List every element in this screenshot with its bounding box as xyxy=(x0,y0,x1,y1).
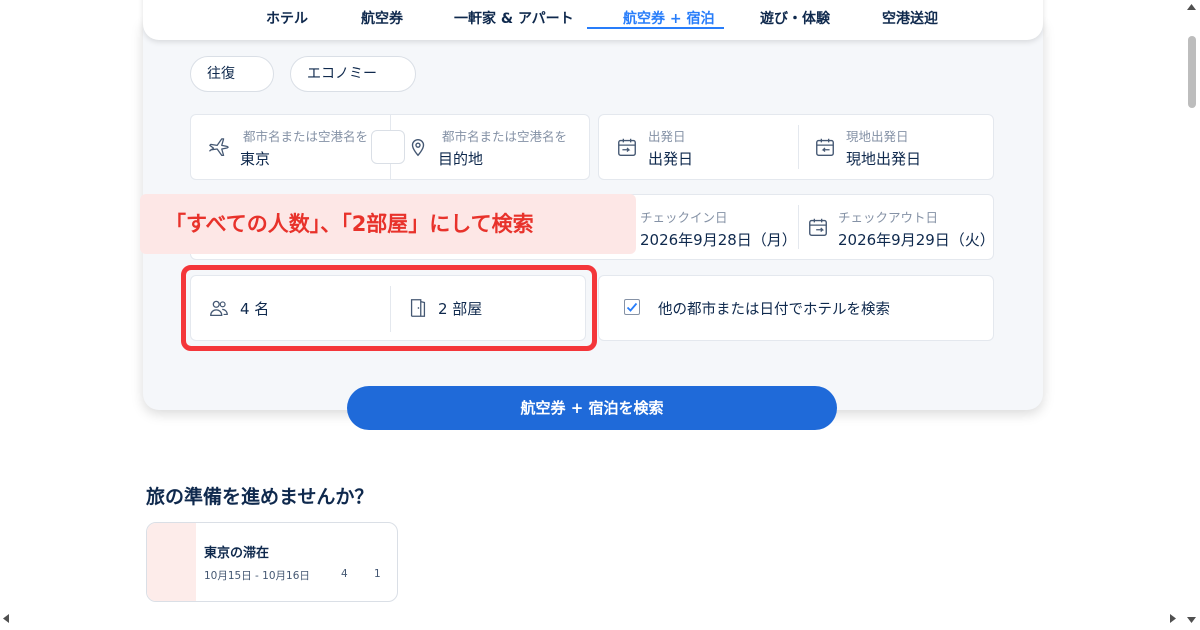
calendar-return-icon xyxy=(816,138,834,156)
depart-label: 出発日 xyxy=(648,129,686,144)
trip-type-select[interactable]: 往復 xyxy=(190,56,274,92)
field-divider xyxy=(798,125,799,169)
search-button-label: 航空券 + 宿泊を検索 xyxy=(520,399,664,417)
field-divider xyxy=(798,205,799,249)
tab-activities[interactable]: 遊び・体験 xyxy=(760,8,830,28)
card-thumbnail xyxy=(147,523,196,601)
product-tab-bar: ホテル 航空券 一軒家 & アパート 航空券 + 宿泊 遊び・体験 空港送迎 xyxy=(143,0,1043,40)
vertical-scrollbar[interactable] xyxy=(1183,0,1200,630)
annotation-callout: 「すべての人数」、「2部屋」にして検索 xyxy=(140,194,636,254)
scroll-down-icon[interactable] xyxy=(1187,617,1196,623)
local-depart-label: 現地出発日 xyxy=(846,129,909,144)
highlight-box xyxy=(181,265,597,351)
annotation-text: 「すべての人数」、「2部屋」にして検索 xyxy=(165,212,534,236)
calendar-depart-icon xyxy=(618,138,636,156)
section-title: 旅の準備を進めませんか？ xyxy=(146,486,374,508)
page: ホテル 航空券 一軒家 & アパート 航空券 + 宿泊 遊び・体験 空港送迎 往… xyxy=(0,0,1200,630)
recent-search-card[interactable]: 東京の滞在 10月15日 - 10月16日 4 1 xyxy=(146,522,398,602)
card-guests: 4 xyxy=(341,568,348,580)
origin-label: 都市名または空港名を xyxy=(243,129,369,144)
scroll-up-icon[interactable] xyxy=(1187,4,1196,10)
tab-hotel[interactable]: ホテル xyxy=(266,8,308,28)
destination-label: 都市名または空港名を xyxy=(442,129,568,144)
flight-dates-field: 出発日 出発日 現地出発日 現地出発日 xyxy=(598,114,994,180)
origin-value[interactable]: 東京 xyxy=(240,148,270,169)
local-depart-value[interactable]: 現地出発日 xyxy=(846,148,921,169)
scrollbar-thumb[interactable] xyxy=(1188,36,1196,108)
scroll-left-icon[interactable] xyxy=(3,614,9,623)
destination-value[interactable]: 目的地 xyxy=(438,148,483,169)
card-title: 東京の滞在 xyxy=(204,546,270,561)
other-city-checkbox[interactable] xyxy=(624,299,640,315)
checkout-value[interactable]: 2026年9月29日（火） xyxy=(838,229,995,250)
tab-airport-transfer[interactable]: 空港送迎 xyxy=(882,8,938,28)
checkin-label: チェックイン日 xyxy=(640,210,728,225)
other-city-option: 他の都市または日付でホテルを検索 xyxy=(598,275,994,341)
tab-flights[interactable]: 航空券 xyxy=(361,8,403,28)
cabin-class-select[interactable]: エコノミー xyxy=(290,56,416,92)
swap-origin-destination-button[interactable] xyxy=(371,130,405,164)
active-tab-indicator xyxy=(587,27,724,29)
location-pin-icon xyxy=(411,139,425,157)
checkin-value[interactable]: 2026年9月28日（月） xyxy=(640,229,797,250)
checkmark-icon xyxy=(626,302,638,312)
card-rooms: 1 xyxy=(374,568,381,580)
airplane-icon xyxy=(209,138,229,157)
card-dates: 10月15日 - 10月16日 xyxy=(204,570,310,582)
other-city-label: 他の都市または日付でホテルを検索 xyxy=(658,302,890,318)
checkout-label: チェックアウト日 xyxy=(838,210,939,225)
tab-vacation-rentals[interactable]: 一軒家 & アパート xyxy=(454,8,574,28)
depart-value[interactable]: 出発日 xyxy=(648,148,693,169)
search-button[interactable]: 航空券 + 宿泊を検索 xyxy=(347,386,837,430)
tab-flight-plus-hotel[interactable]: 航空券 + 宿泊 xyxy=(623,8,714,28)
calendar-checkout-icon xyxy=(809,218,827,236)
scroll-right-icon[interactable] xyxy=(1170,614,1176,623)
